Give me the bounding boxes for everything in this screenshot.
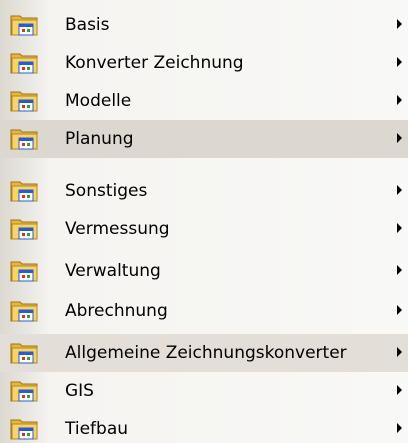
submenu-arrow-icon bbox=[397, 347, 402, 357]
menu-item-label: Verwaltung bbox=[65, 261, 161, 281]
folder-app-icon bbox=[10, 91, 38, 112]
submenu-arrow-icon bbox=[397, 185, 402, 195]
menu-item-gis[interactable]: GIS bbox=[0, 372, 408, 410]
menu-item-label: Basis bbox=[65, 15, 110, 35]
folder-app-icon bbox=[10, 53, 38, 74]
menu-item-label: Planung bbox=[65, 129, 134, 149]
menu-item-label: Konverter Zeichnung bbox=[65, 53, 244, 73]
menu-item-planung[interactable]: Planung bbox=[0, 120, 408, 158]
menu-item-label: Allgemeine Zeichnungskonverter bbox=[65, 343, 347, 363]
submenu-arrow-icon bbox=[397, 305, 402, 315]
menu-item-label: Modelle bbox=[65, 91, 132, 111]
submenu-arrow-icon bbox=[397, 423, 402, 433]
menu-item-verwaltung[interactable]: Verwaltung bbox=[0, 252, 408, 290]
menu-item-label: GIS bbox=[65, 381, 94, 401]
menu-item-modelle[interactable]: Modelle bbox=[0, 82, 408, 120]
menu-item-vermessung[interactable]: Vermessung bbox=[0, 210, 408, 248]
folder-app-icon bbox=[10, 15, 38, 36]
submenu-arrow-icon bbox=[397, 57, 402, 67]
menu-item-basis[interactable]: Basis bbox=[0, 6, 408, 44]
folder-app-icon bbox=[10, 129, 38, 150]
menu-item-label: Abrechnung bbox=[65, 301, 168, 321]
submenu-arrow-icon bbox=[397, 265, 402, 275]
folder-app-icon bbox=[10, 419, 38, 440]
folder-app-icon bbox=[10, 261, 38, 282]
menu-item-label: Tiefbau bbox=[65, 419, 129, 439]
submenu-arrow-icon bbox=[397, 385, 402, 395]
submenu-arrow-icon bbox=[397, 19, 402, 29]
menu-item-label: Vermessung bbox=[65, 219, 170, 239]
folder-app-icon bbox=[10, 301, 38, 322]
folder-app-icon bbox=[10, 181, 38, 202]
menu-item-abrechnung[interactable]: Abrechnung bbox=[0, 292, 408, 330]
start-menu-submenu: Basis Konverter Zeichnung Modelle Planun… bbox=[0, 0, 408, 443]
submenu-arrow-icon bbox=[397, 133, 402, 143]
menu-item-label: Sonstiges bbox=[65, 181, 148, 201]
folder-app-icon bbox=[10, 343, 38, 364]
folder-app-icon bbox=[10, 219, 38, 240]
menu-item-sonstiges[interactable]: Sonstiges bbox=[0, 172, 408, 210]
submenu-arrow-icon bbox=[397, 95, 402, 105]
menu-item-tiefbau[interactable]: Tiefbau bbox=[0, 410, 408, 443]
submenu-arrow-icon bbox=[397, 223, 402, 233]
menu-item-allgemeine-zeichnungskonverter[interactable]: Allgemeine Zeichnungskonverter bbox=[0, 334, 408, 372]
menu-item-konverter-zeichnung[interactable]: Konverter Zeichnung bbox=[0, 44, 408, 82]
folder-app-icon bbox=[10, 381, 38, 402]
